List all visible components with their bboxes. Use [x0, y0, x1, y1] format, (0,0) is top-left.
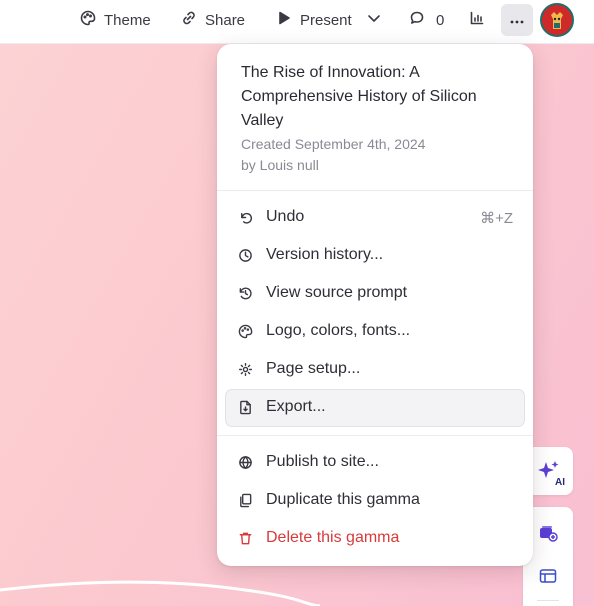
- menu-item-export[interactable]: Export...: [225, 389, 525, 427]
- theme-label: Theme: [104, 11, 151, 29]
- link-icon: [181, 10, 197, 30]
- menu-item-label: Undo: [266, 208, 305, 225]
- comments-count: 0: [436, 11, 445, 29]
- present-label: Present: [300, 11, 352, 29]
- share-label: Share: [205, 11, 246, 29]
- menu-item-label: Page setup...: [266, 360, 361, 377]
- menu-item-page-setup[interactable]: Page setup...: [225, 351, 525, 389]
- menu-item-label: Logo, colors, fonts...: [266, 322, 411, 339]
- avatar[interactable]: [540, 3, 574, 37]
- menu-header: The Rise of Innovation: A Comprehensive …: [241, 61, 511, 176]
- chevron-down-icon: [366, 10, 382, 30]
- palette-icon: [80, 10, 96, 30]
- undo-icon: [238, 210, 253, 225]
- gear-icon: [238, 362, 253, 377]
- divider: [537, 600, 559, 601]
- menu-item-duplicate[interactable]: Duplicate this gamma: [225, 482, 525, 520]
- menu-item-label: Duplicate this gamma: [266, 491, 420, 508]
- more-options-button[interactable]: [501, 4, 533, 36]
- menu-item-undo[interactable]: Undo ⌘+Z: [225, 199, 525, 237]
- menu-item-label: Version history...: [266, 246, 384, 263]
- share-button[interactable]: Share: [181, 0, 245, 40]
- play-icon: [276, 10, 292, 30]
- menu-item-label: Publish to site...: [266, 453, 379, 470]
- created-date: Created September 4th, 2024: [241, 136, 426, 152]
- giraffe-avatar-icon: [542, 5, 572, 35]
- menu-item-label: Delete this gamma: [266, 529, 400, 546]
- file-export-icon: [238, 400, 253, 415]
- menu-divider: [217, 435, 533, 436]
- ai-label: AI: [555, 477, 565, 488]
- menu-item-delete[interactable]: Delete this gamma: [225, 520, 525, 558]
- ellipsis-icon: [510, 11, 524, 29]
- menu-item-logo-colors-fonts[interactable]: Logo, colors, fonts...: [225, 313, 525, 351]
- top-toolbar: Theme Share Present 0: [0, 0, 594, 44]
- menu-item-view-source-prompt[interactable]: View source prompt: [225, 275, 525, 313]
- globe-icon: [238, 455, 253, 470]
- palette-icon: [238, 324, 253, 339]
- bar-chart-icon: [469, 10, 485, 30]
- theme-button[interactable]: Theme: [80, 0, 151, 40]
- background-wave: [0, 580, 321, 606]
- analytics-button[interactable]: [469, 0, 485, 40]
- document-title: The Rise of Innovation: A Comprehensive …: [241, 64, 477, 129]
- comment-icon: [409, 10, 425, 30]
- layout-icon[interactable]: [539, 568, 557, 584]
- add-card-icon[interactable]: [538, 524, 558, 542]
- present-button[interactable]: Present: [276, 0, 352, 40]
- menu-item-version-history[interactable]: Version history...: [225, 237, 525, 275]
- author-line: by Louis null: [241, 157, 319, 173]
- trash-icon: [238, 531, 253, 546]
- shortcut-label: ⌘+Z: [480, 210, 513, 227]
- document-options-menu: The Rise of Innovation: A Comprehensive …: [217, 44, 533, 566]
- menu-item-label: View source prompt: [266, 284, 408, 301]
- menu-item-publish-to-site[interactable]: Publish to site...: [225, 444, 525, 482]
- clock-icon: [238, 248, 253, 263]
- menu-item-label: Export...: [266, 398, 326, 415]
- present-options-dropdown[interactable]: [366, 0, 382, 40]
- duplicate-icon: [238, 493, 253, 508]
- menu-divider: [217, 190, 533, 191]
- comments-button[interactable]: 0: [409, 0, 444, 40]
- history-icon: [238, 286, 253, 301]
